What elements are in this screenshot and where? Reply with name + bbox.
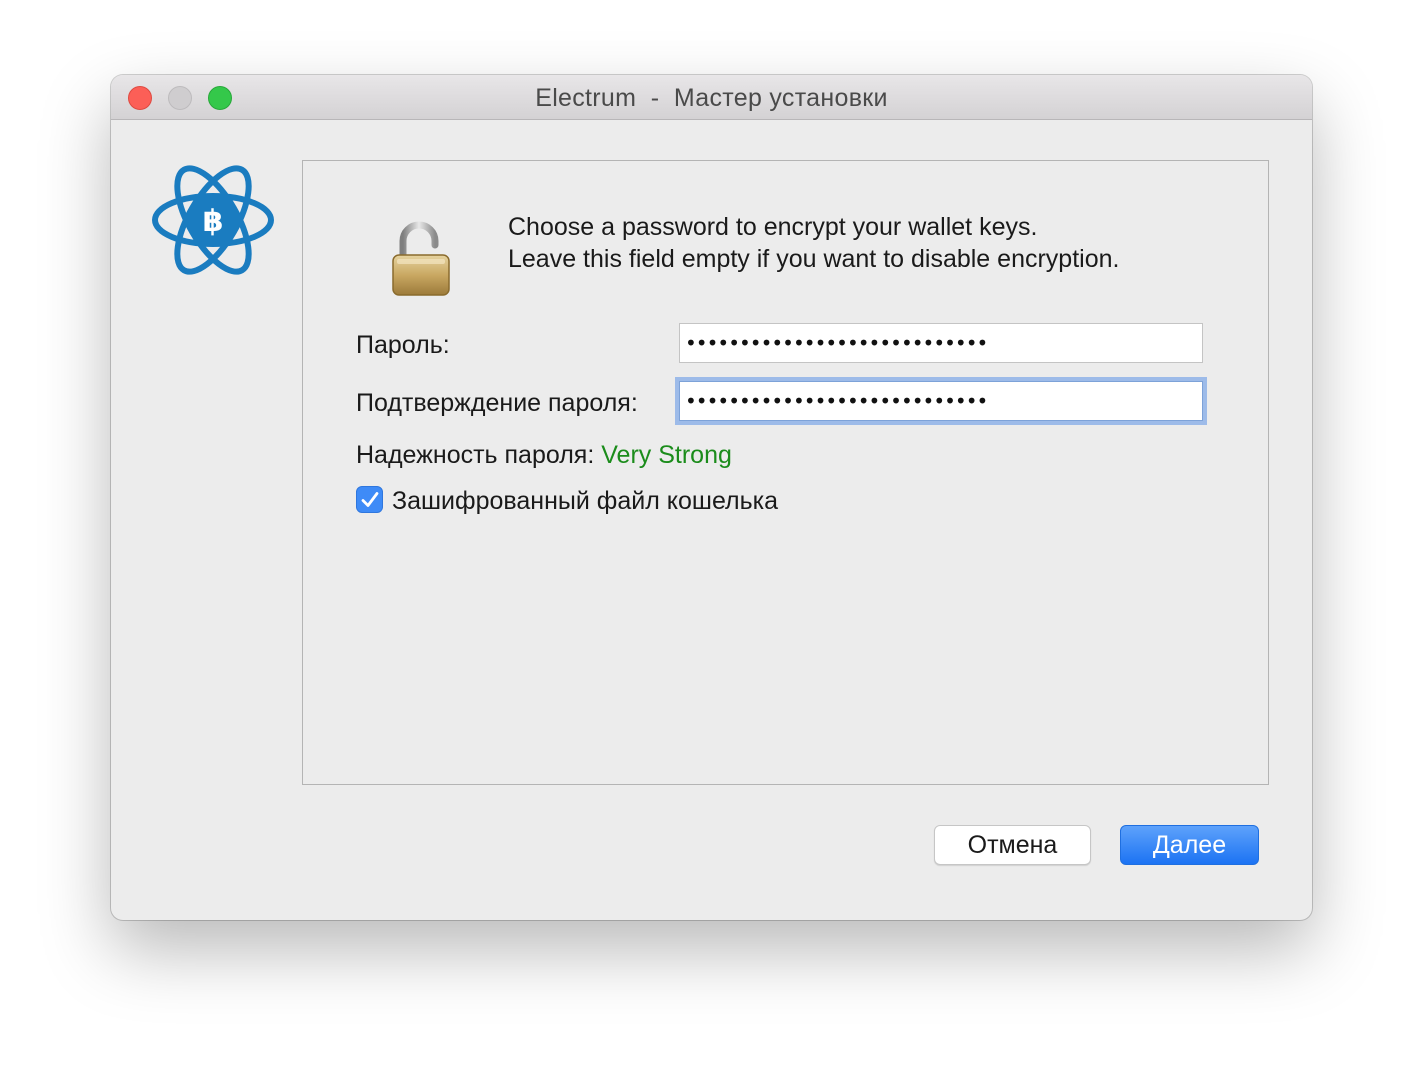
setup-wizard-window: Electrum - Мастер установки ฿ Choose a p… (111, 75, 1312, 920)
password-strength: Надежность пароля: Very Strong (356, 441, 732, 470)
electrum-logo-icon: ฿ (151, 163, 275, 277)
cancel-button[interactable]: Отмена (934, 825, 1091, 865)
next-button[interactable]: Далее (1120, 825, 1259, 865)
open-padlock-icon (389, 219, 453, 299)
instruction-text: Choose a password to encrypt your wallet… (508, 211, 1119, 275)
confirm-password-field[interactable]: •••••••••••••••••••••••••••• (679, 381, 1203, 421)
password-label: Пароль: (356, 331, 450, 359)
instruction-line-1: Choose a password to encrypt your wallet… (508, 213, 1038, 241)
strength-value: Very Strong (601, 441, 732, 469)
encrypt-wallet-checkbox[interactable] (356, 486, 383, 513)
encrypt-wallet-label[interactable]: Зашифрованный файл кошелька (392, 487, 778, 516)
title-bar[interactable]: Electrum - Мастер установки (111, 75, 1312, 120)
password-field[interactable]: •••••••••••••••••••••••••••• (679, 323, 1203, 363)
svg-text:฿: ฿ (203, 204, 224, 239)
instruction-line-2: Leave this field empty if you want to di… (508, 245, 1120, 273)
confirm-password-label: Подтверждение пароля: (356, 389, 638, 417)
password-panel: Choose a password to encrypt your wallet… (302, 160, 1269, 785)
strength-label: Надежность пароля: (356, 441, 595, 469)
window-title: Electrum - Мастер установки (535, 84, 888, 112)
checkmark-icon (361, 492, 379, 507)
